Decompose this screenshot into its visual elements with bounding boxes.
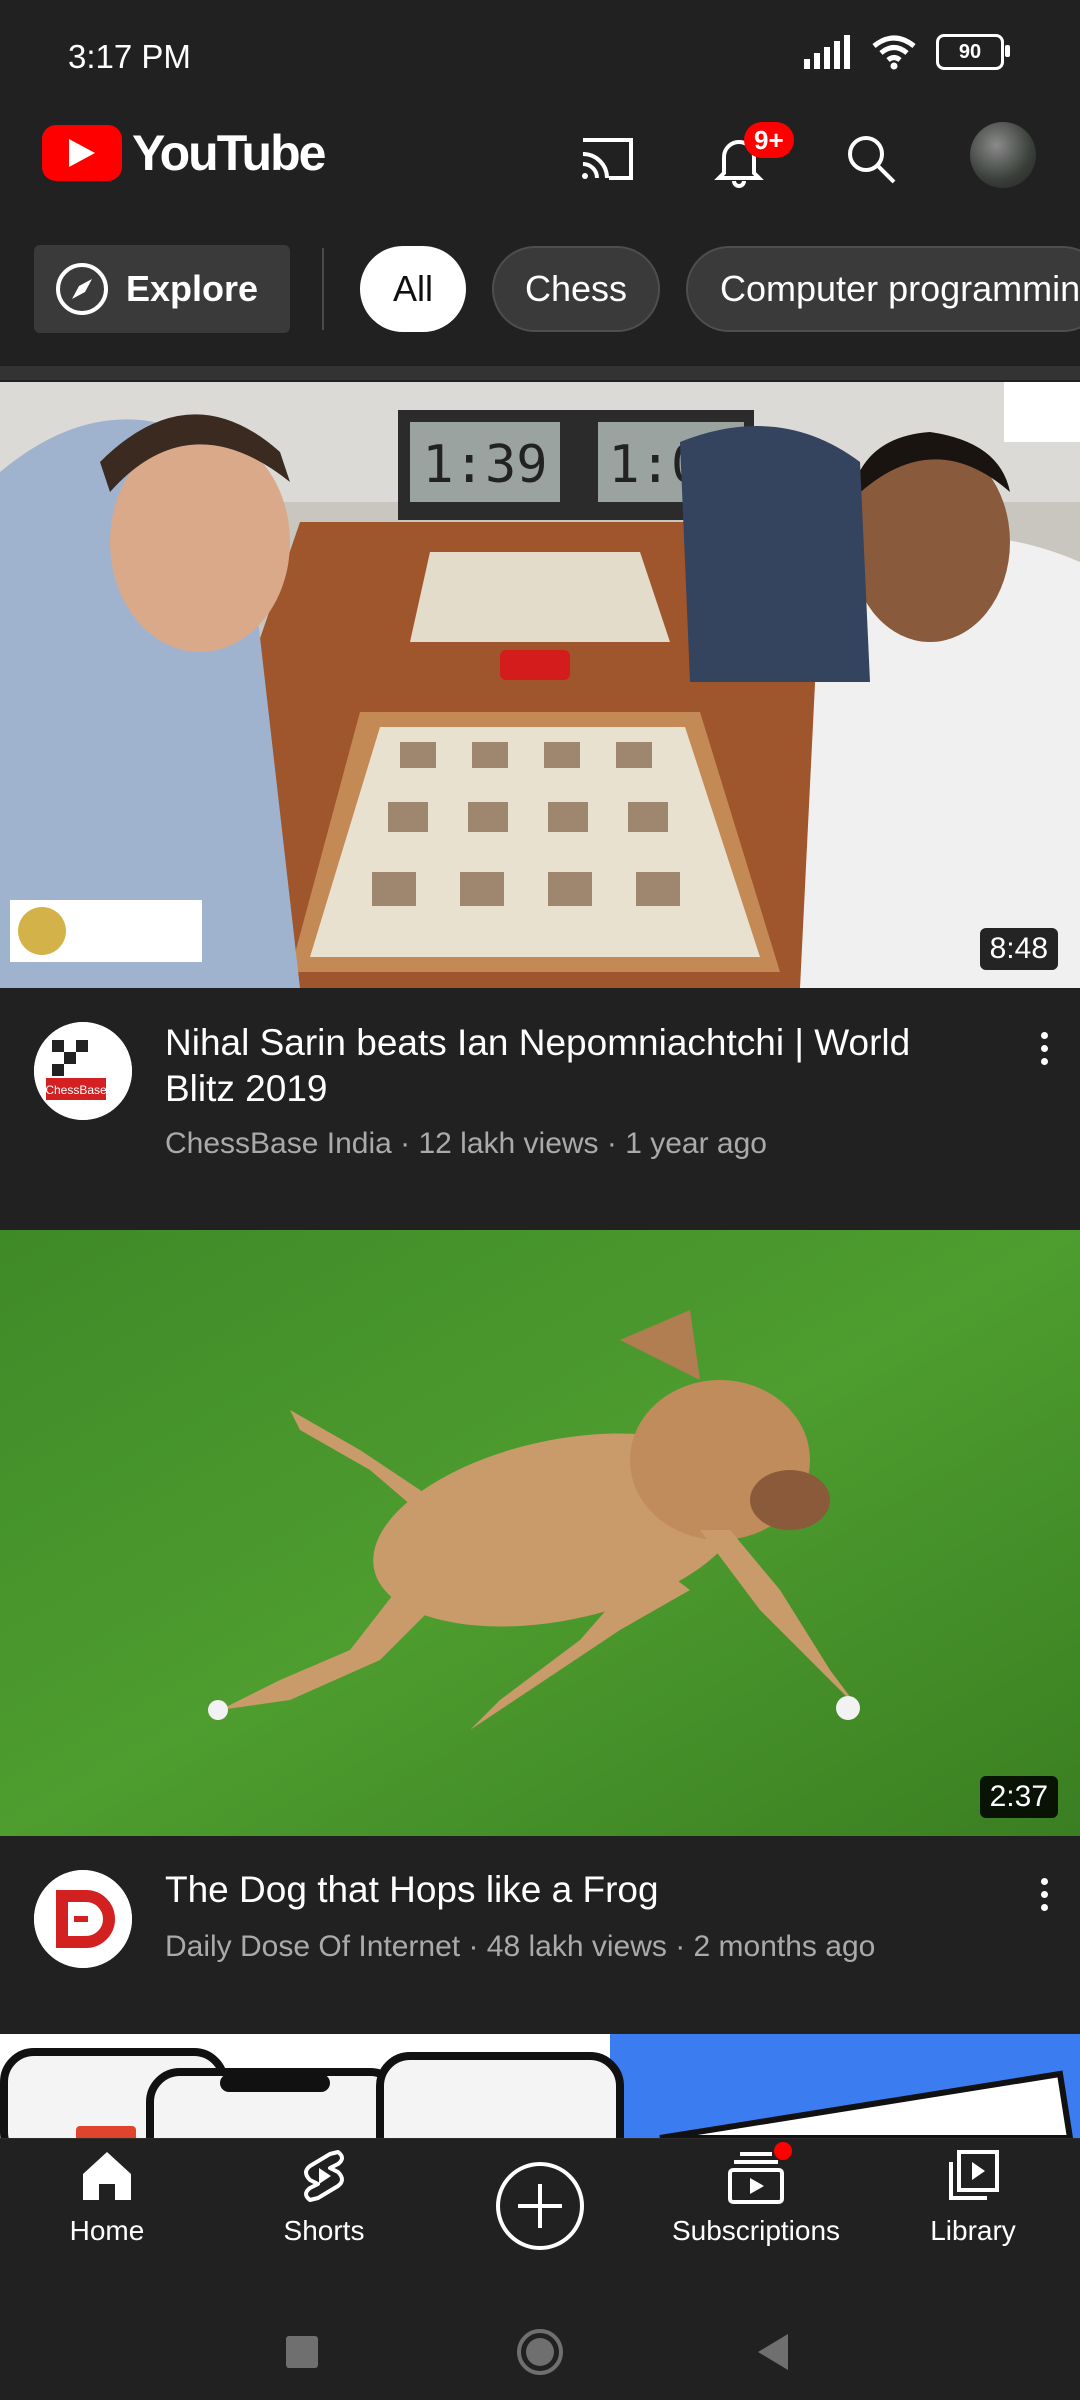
video-duration: 2:37 (979, 1776, 1058, 1818)
status-bar: 3:17 PM 90 (0, 0, 1080, 100)
feed-divider (0, 366, 1080, 380)
nav-library[interactable]: Library (873, 2148, 1073, 2247)
search-icon (848, 136, 896, 184)
more-options-button[interactable] (1029, 1864, 1059, 1924)
account-avatar[interactable] (970, 122, 1036, 188)
chip-computer-programming[interactable]: Computer programming (686, 246, 1080, 332)
shorts-icon (304, 2150, 344, 2202)
search-button[interactable] (836, 124, 906, 194)
svg-text:ChessBase: ChessBase (45, 1083, 107, 1097)
notifications-button[interactable]: 9+ (704, 122, 794, 194)
channel-avatar[interactable] (34, 1870, 132, 1968)
recents-button[interactable] (286, 2336, 318, 2368)
home-icon (83, 2152, 131, 2200)
video-thumbnail[interactable] (0, 2034, 1080, 2138)
svg-text:1:39: 1:39 (422, 435, 547, 495)
signal-icon (804, 35, 850, 69)
nav-shorts-label: Shorts (283, 2215, 365, 2246)
battery-level: 90 (958, 40, 982, 63)
library-icon (949, 2150, 999, 2200)
explore-chip[interactable]: Explore (34, 245, 290, 333)
youtube-logo[interactable]: YouTube (42, 124, 326, 182)
channel-avatar[interactable]: ChessBase (34, 1022, 132, 1120)
nav-home-label: Home (69, 2215, 145, 2246)
chess-thumbnail-image: 1:39 1:00 (0, 382, 1080, 988)
nav-library-label: Library (930, 2215, 1016, 2246)
wifi-icon (872, 35, 916, 70)
chip-all[interactable]: All (360, 246, 466, 332)
system-navigation-bar (0, 2288, 1080, 2400)
back-button[interactable] (756, 2332, 790, 2372)
daily-dose-logo-icon (34, 1870, 132, 1968)
video-meta: Daily Dose Of Internet · 48 lakh views ·… (165, 1930, 876, 1963)
chip-divider (322, 248, 324, 330)
more-options-button[interactable] (1029, 1018, 1059, 1078)
nav-subscriptions[interactable]: Subscriptions (656, 2142, 856, 2247)
explore-label: Explore (126, 268, 259, 309)
nav-subscriptions-label: Subscriptions (671, 2215, 841, 2246)
create-button[interactable] (440, 2160, 640, 2257)
nav-shorts[interactable]: Shorts (224, 2148, 424, 2247)
video-title[interactable]: The Dog that Hops like a Frog (165, 1867, 985, 1913)
cast-button[interactable] (572, 124, 642, 194)
plus-circle-icon (496, 2162, 584, 2250)
cast-icon (582, 138, 633, 180)
new-content-dot (774, 2142, 792, 2160)
video-meta: ChessBase India · 12 lakh views · 1 year… (165, 1127, 767, 1160)
video-title[interactable]: Nihal Sarin beats Ian Nepomniachtchi | W… (165, 1020, 985, 1112)
status-time: 3:17 PM (68, 38, 191, 75)
play-logo-icon (42, 125, 122, 181)
compass-icon (56, 263, 108, 315)
logo-text: YouTube (132, 125, 326, 181)
video-duration: 8:48 (979, 928, 1058, 970)
battery-indicator: 90 (936, 34, 1010, 70)
phones-thumbnail-image (0, 2034, 1080, 2138)
status-icons: 90 (802, 34, 1010, 70)
chessbase-logo-icon: ChessBase (34, 1022, 132, 1120)
home-system-button[interactable] (516, 2328, 564, 2376)
video-thumbnail[interactable]: 2:37 (0, 1230, 1080, 1836)
video-thumbnail[interactable]: 1:39 1:00 8:48 (0, 382, 1080, 988)
notification-badge: 9+ (744, 122, 794, 158)
dog-thumbnail-image (0, 1230, 1080, 1836)
chip-chess[interactable]: Chess (492, 246, 660, 332)
nav-home[interactable]: Home (7, 2148, 207, 2247)
